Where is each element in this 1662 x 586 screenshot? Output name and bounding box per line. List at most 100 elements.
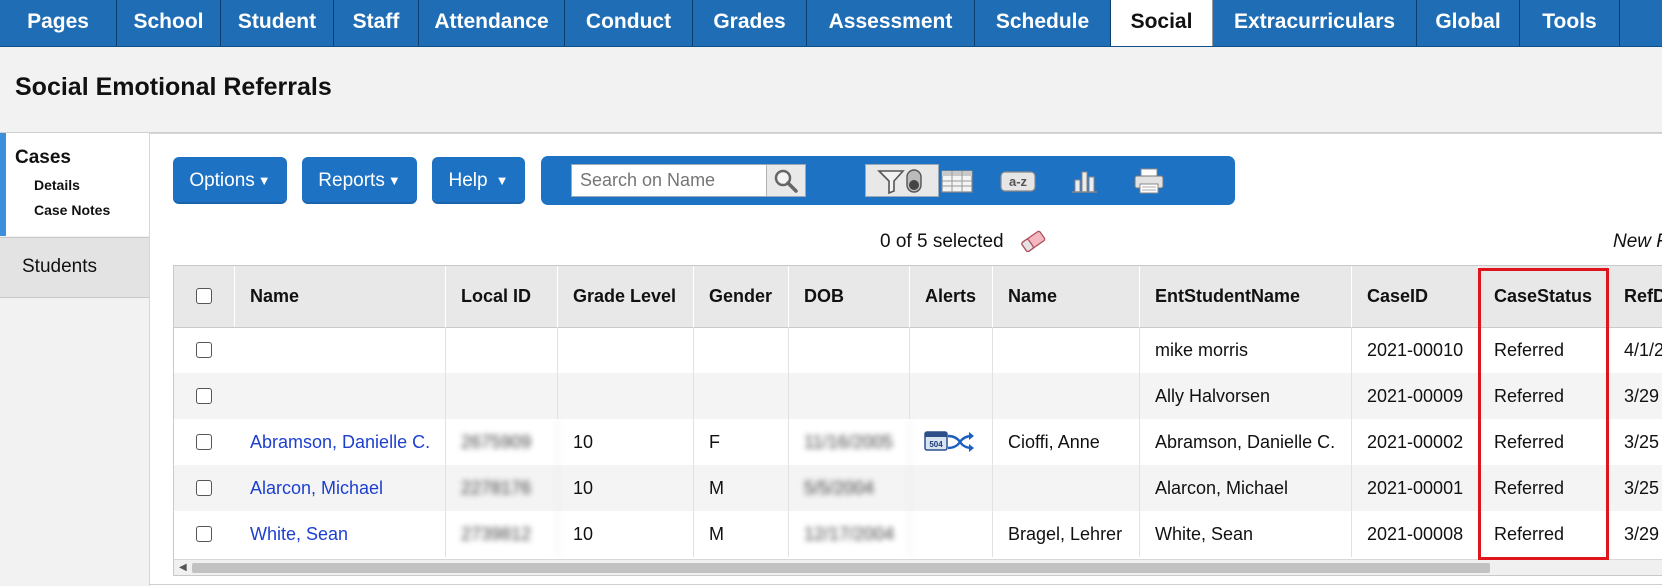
nav-tab-conduct[interactable]: Conduct [565,0,693,46]
scroll-left-icon[interactable]: ◀ [179,562,187,573]
header-ent-student-name[interactable]: EntStudentName [1140,266,1352,327]
chevron-down-icon: ▼ [495,173,509,188]
cell-ref-date: 4/1/2 [1609,327,1662,373]
cell-grade: 10 [558,465,694,511]
cell-ref-date: 3/25 [1609,419,1662,465]
header-case-id[interactable]: CaseID [1352,266,1479,327]
nav-tab-pages[interactable]: Pages [0,0,117,46]
new-record-label[interactable]: New R [1613,231,1662,253]
cell-grade [558,327,694,373]
nav-tab-student[interactable]: Student [221,0,334,46]
help-button[interactable]: Help ▼ [432,157,525,204]
cell-ref-date: 3/25 [1609,465,1662,511]
row-checkbox[interactable] [196,434,212,450]
cell-case-status: Referred [1479,419,1609,465]
table-row[interactable]: Ally Halvorsen 2021-00009 Referred 3/29 [174,373,1662,419]
cell-alerts [910,511,993,557]
cell-gender [694,373,789,419]
cell-name-2: Cioffi, Anne [993,419,1140,465]
student-name-link[interactable]: White, Sean [235,511,446,557]
row-checkbox[interactable] [196,526,212,542]
table-row[interactable]: mike morris 2021-00010 Referred 4/1/2 [174,327,1662,373]
chart-icon[interactable] [1063,166,1105,196]
cell-grade: 10 [558,419,694,465]
cell-gender [694,327,789,373]
student-name-link[interactable]: Abramson, Danielle C. [235,419,446,465]
search-button[interactable] [766,165,805,196]
table-row[interactable]: Alarcon, Michael 2278176 10 M 5/5/2004 A… [174,465,1662,511]
reports-button[interactable]: Reports ▼ [302,157,417,204]
scrollbar-thumb[interactable] [192,563,1490,573]
row-checkbox[interactable] [196,388,212,404]
nav-tab-staff[interactable]: Staff [334,0,419,46]
filter-toggle-icon [877,169,922,195]
cell-case-id: 2021-00009 [1352,373,1479,419]
side-nav-cases[interactable]: Cases Details Case Notes [0,133,149,236]
cell-local-id: 2675909 [446,419,558,465]
cell-ent-student-name: White, Sean [1140,511,1352,557]
horizontal-scrollbar[interactable]: ◀ [174,559,1662,575]
cell-case-id: 2021-00001 [1352,465,1479,511]
row-checkbox[interactable] [196,342,212,358]
cell-ent-student-name: Ally Halvorsen [1140,373,1352,419]
alert-504-icon[interactable]: 504 [924,428,976,456]
nav-tab-extracurriculars[interactable]: Extracurriculars [1213,0,1417,46]
cell-ent-student-name: mike morris [1140,327,1352,373]
search-icon [774,169,798,193]
nav-tab-grades[interactable]: Grades [693,0,807,46]
nav-tab-social[interactable]: Social [1111,0,1213,46]
header-name-2[interactable]: Name [993,266,1140,327]
side-nav-students[interactable]: Students [0,237,149,298]
side-nav-case-notes[interactable]: Case Notes [34,202,110,218]
printer-icon[interactable] [1128,166,1170,196]
cell-name [235,327,446,373]
cell-gender: M [694,511,789,557]
nav-tab-schedule[interactable]: Schedule [975,0,1111,46]
header-case-status[interactable]: CaseStatus [1479,266,1609,327]
nav-tab-assessment[interactable]: Assessment [807,0,975,46]
cell-alerts [910,373,993,419]
cell-ref-date: 3/29 [1609,373,1662,419]
header-gender[interactable]: Gender [694,266,789,327]
header-local-id[interactable]: Local ID [446,266,558,327]
sort-az-icon[interactable]: a-z [997,166,1039,196]
grid-icon[interactable] [936,166,978,196]
header-dob[interactable]: DOB [789,266,910,327]
cell-ref-date: 3/29 [1609,511,1662,557]
svg-text:504: 504 [929,440,943,449]
cell-grade: 10 [558,511,694,557]
row-checkbox[interactable] [196,480,212,496]
grid-header: Name Local ID Grade Level Gender DOB Ale… [174,266,1662,328]
cell-ent-student-name: Abramson, Danielle C. [1140,419,1352,465]
cases-grid: Name Local ID Grade Level Gender DOB Ale… [173,265,1662,576]
cell-local-id: 2739812 [446,511,558,557]
table-row[interactable]: White, Sean 2739812 10 M 12/17/2004 Brag… [174,511,1662,557]
options-button-label: Options [189,170,255,191]
select-all-checkbox[interactable] [196,288,212,304]
header-grade-level[interactable]: Grade Level [558,266,694,327]
page-title: Social Emotional Referrals [15,73,332,101]
cell-alerts [910,465,993,511]
selected-count: 0 of 5 selected [880,231,1004,252]
nav-tab-attendance[interactable]: Attendance [419,0,565,46]
cell-dob: 12/17/2004 [789,511,910,557]
nav-tab-tools[interactable]: Tools [1520,0,1620,46]
header-select-cell [174,266,235,327]
table-row[interactable]: Abramson, Danielle C. 2675909 10 F 11/16… [174,419,1662,465]
student-name-link[interactable]: Alarcon, Michael [235,465,446,511]
cell-case-id: 2021-00008 [1352,511,1479,557]
search-input[interactable] [572,165,768,196]
header-ref-date[interactable]: RefD [1609,266,1662,327]
options-button[interactable]: Options ▼ [173,157,287,204]
side-nav-details[interactable]: Details [34,177,80,193]
nav-tab-school[interactable]: School [117,0,221,46]
nav-tab-global[interactable]: Global [1417,0,1520,46]
cell-dob: 5/5/2004 [789,465,910,511]
cell-case-status: Referred [1479,465,1609,511]
header-name[interactable]: Name [235,266,446,327]
eraser-icon[interactable] [1018,229,1048,253]
search-box [571,164,806,197]
cell-dob [789,327,910,373]
filter-toggle-button[interactable] [865,164,939,197]
header-alerts[interactable]: Alerts [910,266,993,327]
